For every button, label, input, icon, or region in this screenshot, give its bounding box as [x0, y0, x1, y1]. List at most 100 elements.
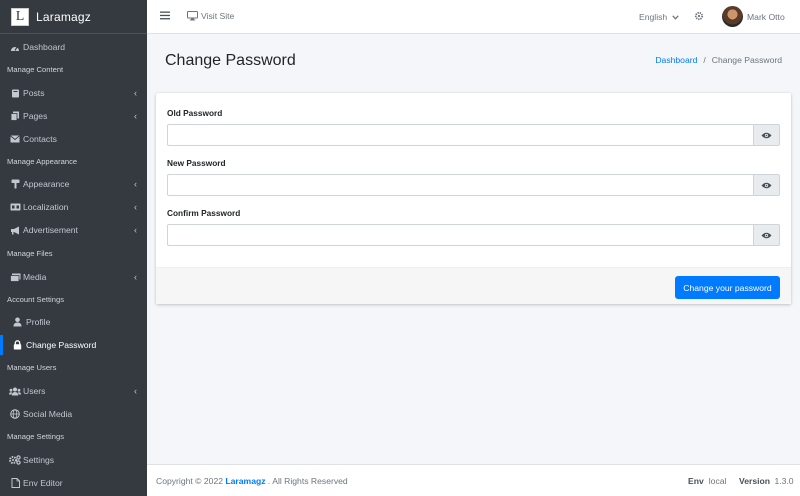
new-password-label: New Password: [167, 158, 226, 168]
sidebar-item-label: Pages: [23, 111, 48, 121]
change-password-card: Old Password New Password Confirm Passwo…: [156, 93, 791, 304]
copyright: Copyright © 2022 Laramagz . All Rights R…: [156, 476, 348, 486]
file-icon: [9, 478, 21, 488]
version-label: Version: [739, 476, 771, 486]
brand-logo: L: [11, 7, 29, 26]
sidebar-item-localization[interactable]: Localization ‹: [0, 197, 147, 217]
avatar[interactable]: [722, 6, 743, 27]
section-header: Manage Files: [7, 249, 53, 258]
menu-icon[interactable]: [160, 11, 170, 20]
brand-name: Laramagz: [36, 9, 91, 24]
breadcrumb-current: Change Password: [711, 55, 782, 65]
user-name[interactable]: Mark Otto: [747, 12, 785, 22]
chevron-left-icon: ‹: [134, 386, 137, 396]
sidebar-item-media[interactable]: Media ‹: [0, 267, 147, 287]
sidebar-item-social-media[interactable]: Social Media: [0, 404, 147, 424]
chevron-left-icon: ‹: [134, 272, 137, 282]
topbar: Visit Site English Mark Otto: [147, 0, 800, 34]
sidebar-item-label: Posts: [23, 88, 45, 98]
sidebar-item-contacts[interactable]: Contacts: [0, 129, 147, 149]
env-label: Env: [688, 476, 704, 486]
sidebar-item-label: Appearance: [23, 179, 70, 189]
sidebar-item-dashboard[interactable]: Dashboard: [0, 37, 147, 57]
sidebar-item-settings[interactable]: Settings: [0, 450, 147, 470]
section-header: Manage Users: [7, 363, 57, 372]
old-password-label: Old Password: [167, 108, 223, 118]
chevron-down-icon: [671, 15, 679, 21]
desktop-icon: [187, 11, 198, 21]
language-icon: [9, 203, 21, 211]
section-header: Account Settings: [7, 295, 64, 304]
chevron-left-icon: ‹: [134, 88, 137, 98]
change-password-button[interactable]: Change your password: [675, 276, 780, 299]
sidebar-item-posts[interactable]: Posts ‹: [0, 83, 147, 103]
visit-site-label: Visit Site: [201, 11, 235, 21]
version-value: 1.3.0: [774, 476, 794, 486]
chevron-left-icon: ‹: [134, 202, 137, 212]
visit-site-link[interactable]: Visit Site: [187, 11, 234, 21]
book-icon: [9, 89, 21, 98]
sidebar-item-profile[interactable]: Profile: [0, 312, 147, 332]
sidebar-item-label: Social Media: [23, 409, 73, 419]
users-icon: [9, 387, 21, 396]
lock-icon: [11, 340, 23, 350]
sidebar-item-change-password[interactable]: Change Password: [0, 335, 147, 355]
old-password-group: [167, 124, 780, 146]
confirm-password-group: [167, 224, 780, 246]
footer: Copyright © 2022 Laramagz . All Rights R…: [147, 464, 800, 496]
breadcrumb-dashboard-link[interactable]: Dashboard: [655, 55, 697, 65]
eye-icon[interactable]: [753, 124, 780, 146]
old-password-input[interactable]: [167, 124, 753, 146]
dashboard-icon: [9, 43, 21, 52]
breadcrumb-separator: /: [703, 55, 706, 65]
sidebar-item-label: Localization: [23, 202, 69, 212]
language-dropdown[interactable]: English: [639, 12, 679, 22]
sidebar-item-env-editor[interactable]: Env Editor: [0, 473, 147, 493]
breadcrumb: Dashboard / Change Password: [655, 55, 782, 65]
sidebar-item-label: Env Editor: [23, 478, 63, 488]
sidebar-item-label: Profile: [26, 317, 51, 327]
globe-icon: [9, 409, 21, 419]
language-label: English: [639, 12, 668, 22]
sidebar: L Laramagz Dashboard Manage Content Post…: [0, 0, 147, 496]
chevron-left-icon: ‹: [134, 225, 137, 235]
sidebar-item-label: Advertisement: [23, 225, 78, 235]
paint-roller-icon: [9, 179, 21, 189]
user-icon: [11, 317, 23, 327]
chevron-left-icon: ‹: [134, 179, 137, 189]
photo-video-icon: [9, 273, 21, 282]
version-indicator: Version 1.3.0: [739, 476, 794, 486]
chevron-left-icon: ‹: [134, 111, 137, 121]
section-header: Manage Content: [7, 65, 64, 74]
card-footer: Change your password: [156, 267, 791, 304]
confirm-password-input[interactable]: [167, 224, 753, 246]
eye-icon[interactable]: [753, 224, 780, 246]
confirm-password-label: Confirm Password: [167, 208, 241, 218]
gear-icon[interactable]: [694, 11, 704, 21]
new-password-group: [167, 174, 780, 196]
envelope-icon: [9, 135, 21, 143]
copyright-brand-link[interactable]: Laramagz: [225, 476, 265, 486]
sidebar-item-appearance[interactable]: Appearance ‹: [0, 174, 147, 194]
eye-icon[interactable]: [753, 174, 780, 196]
env-value: local: [708, 476, 727, 486]
sidebar-item-label: Media: [23, 272, 47, 282]
section-header: Manage Appearance: [7, 157, 78, 166]
cogs-icon: [9, 455, 21, 465]
section-header: Manage Settings: [7, 432, 64, 441]
sidebar-item-users[interactable]: Users ‹: [0, 381, 147, 401]
env-indicator: Env local: [688, 476, 726, 486]
copyright-suffix: . All Rights Reserved: [267, 476, 348, 486]
sidebar-item-label: Users: [23, 386, 46, 396]
sidebar-item-advertisement[interactable]: Advertisement ‹: [0, 220, 147, 240]
sidebar-item-pages[interactable]: Pages ‹: [0, 106, 147, 126]
page-title: Change Password: [165, 52, 296, 69]
copyright-prefix: Copyright © 2022: [156, 476, 224, 486]
brand[interactable]: L Laramagz: [0, 0, 147, 34]
sidebar-item-label: Dashboard: [23, 42, 66, 52]
bullhorn-icon: [9, 226, 21, 235]
sidebar-item-label: Settings: [23, 455, 55, 465]
new-password-input[interactable]: [167, 174, 753, 196]
copy-icon: [9, 111, 21, 121]
sidebar-item-label: Change Password: [26, 340, 97, 350]
